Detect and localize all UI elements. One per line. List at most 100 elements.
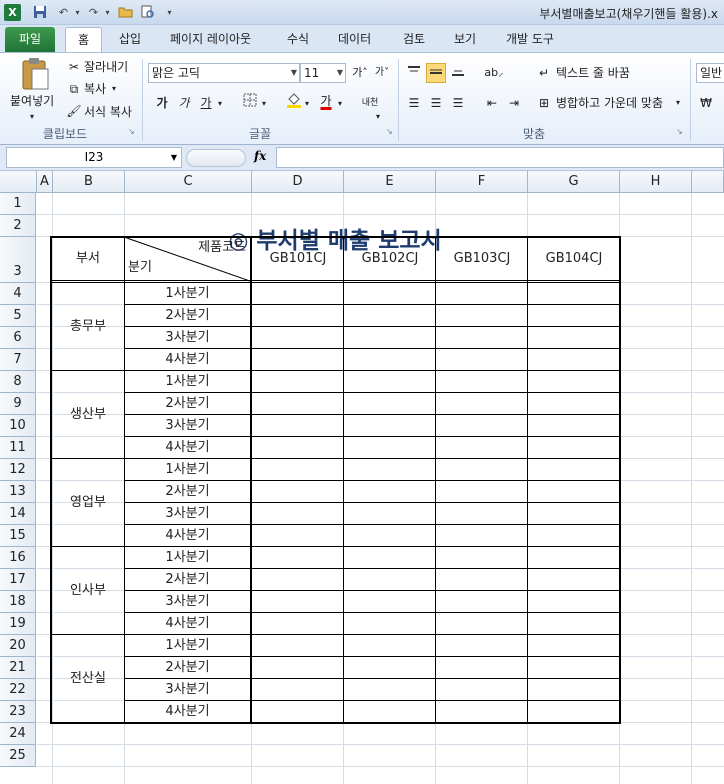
currency-icon[interactable]: ₩ [696,93,716,113]
copy-dropdown-icon[interactable]: ▾ [112,81,116,97]
row-header[interactable]: 19 [0,613,36,635]
align-bottom-icon[interactable] [448,63,468,83]
row-header[interactable]: 5 [0,305,36,327]
copy-icon[interactable]: ⧉ [64,79,84,99]
align-top-icon[interactable] [404,63,424,83]
phonetic-dropdown-icon[interactable]: ▾ [376,109,380,125]
alignment-launcher-icon[interactable]: ↘ [676,127,683,136]
print-preview-icon[interactable] [140,5,155,20]
name-box[interactable]: I23 ▼ [6,147,182,168]
decrease-font-icon[interactable]: 가˅ [372,63,392,83]
row-header[interactable]: 9 [0,393,36,415]
orientation-icon[interactable]: ab⸝ [484,63,504,83]
tab-developer[interactable]: 개발 도구 [494,27,566,52]
col-header-h[interactable]: H [620,171,692,193]
fill-color-dropdown-icon[interactable]: ▾ [305,96,309,112]
formula-input[interactable] [276,147,724,168]
tab-home[interactable]: 홈 [65,27,103,52]
col-header-a[interactable]: A [37,171,53,193]
bold-button[interactable]: 가 [152,93,172,113]
row-header[interactable]: 24 [0,723,36,745]
col-header-d[interactable]: D [252,171,344,193]
col-header-i[interactable] [692,171,724,193]
excel-logo-icon[interactable]: X [4,4,21,21]
border-icon[interactable] [240,93,260,113]
row-header[interactable]: 3 [0,237,36,283]
row-header[interactable]: 10 [0,415,36,437]
worksheet-grid[interactable]: A B C D E F G H 1 2 3 4 5 6 7 8 9 10 11 12 13 14 15 16 1… [0,171,724,784]
row-header[interactable]: 20 [0,635,36,657]
row-header[interactable]: 4 [0,283,36,305]
clipboard-launcher-icon[interactable]: ↘ [128,127,135,136]
cut-icon[interactable]: ✂ [64,57,84,77]
row-header[interactable]: 25 [0,745,36,767]
row-header[interactable]: 7 [0,349,36,371]
format-painter-icon[interactable]: 🖌 [64,101,84,121]
border-dropdown-icon[interactable]: ▾ [262,96,266,112]
redo-icon[interactable]: ↷ [86,5,101,20]
paste-button[interactable]: 붙여넣기 [10,93,54,109]
align-middle-icon[interactable] [426,63,446,83]
paste-dropdown-icon[interactable]: ▾ [30,109,34,125]
save-icon[interactable] [32,5,47,20]
align-right-icon[interactable]: ☰ [448,93,468,113]
formula-bar-resize-handle[interactable] [186,149,246,167]
row-header[interactable]: 12 [0,459,36,481]
underline-dropdown-icon[interactable]: ▾ [218,96,222,112]
tab-data[interactable]: 데이터 [326,27,383,52]
wrap-text-button[interactable]: 텍스트 줄 바꿈 [556,65,630,81]
customize-qat-icon[interactable]: ▾ [162,5,177,20]
row-header[interactable]: 14 [0,503,36,525]
copy-button[interactable]: 복사 [84,81,106,97]
font-launcher-icon[interactable]: ↘ [386,127,393,136]
row-header[interactable]: 17 [0,569,36,591]
tab-formulas[interactable]: 수식 [275,27,321,52]
align-center-icon[interactable]: ☰ [426,93,446,113]
font-name-combo[interactable]: 맑은 고딕 ▼ [148,63,300,83]
wrap-text-icon[interactable]: ↵ [534,63,554,83]
row-header[interactable]: 6 [0,327,36,349]
insert-function-icon[interactable]: fx [254,149,266,163]
row-header[interactable]: 16 [0,547,36,569]
col-header-b[interactable]: B [53,171,125,193]
fill-color-icon[interactable] [284,91,304,111]
number-format-combo[interactable]: 일반 [696,63,724,83]
row-header[interactable]: 21 [0,657,36,679]
font-size-combo[interactable]: 11 ▼ [300,63,346,83]
row-header[interactable]: 8 [0,371,36,393]
row-header[interactable]: 23 [0,701,36,723]
row-header[interactable]: 11 [0,437,36,459]
tab-review[interactable]: 검토 [391,27,437,52]
decrease-indent-icon[interactable]: ⇤ [482,93,502,113]
undo-dropdown-icon[interactable]: ▾ [70,5,85,20]
tab-file[interactable]: 파일 [5,27,55,52]
select-all-corner[interactable] [0,171,37,193]
row-header[interactable]: 18 [0,591,36,613]
merge-dropdown-icon[interactable]: ▾ [676,95,680,111]
merge-center-icon[interactable]: ⊞ [534,93,554,113]
font-color-button[interactable]: 가 [316,91,336,111]
col-header-c[interactable]: C [125,171,252,193]
col-header-g[interactable]: G [528,171,620,193]
align-left-icon[interactable]: ☰ [404,93,424,113]
increase-indent-icon[interactable]: ⇥ [504,93,524,113]
cut-button[interactable]: 잘라내기 [84,59,128,75]
increase-font-icon[interactable]: 가˄ [350,63,370,83]
row-header[interactable]: 1 [0,193,36,215]
col-header-f[interactable]: F [436,171,528,193]
undo-icon[interactable]: ↶ [56,5,71,20]
row-header[interactable]: 2 [0,215,36,237]
folder-icon[interactable] [118,5,133,20]
italic-button[interactable]: 가 [174,93,194,113]
row-header[interactable]: 22 [0,679,36,701]
row-header[interactable]: 13 [0,481,36,503]
tab-page-layout[interactable]: 페이지 레이아웃 [158,27,263,52]
redo-dropdown-icon[interactable]: ▾ [100,5,115,20]
merge-center-button[interactable]: 병합하고 가운데 맞춤 [556,95,663,111]
paste-icon[interactable] [20,57,50,91]
underline-button[interactable]: 가 [196,93,216,113]
tab-view[interactable]: 보기 [442,27,488,52]
tab-insert[interactable]: 삽입 [107,27,153,52]
font-color-dropdown-icon[interactable]: ▾ [338,96,342,112]
col-header-e[interactable]: E [344,171,436,193]
